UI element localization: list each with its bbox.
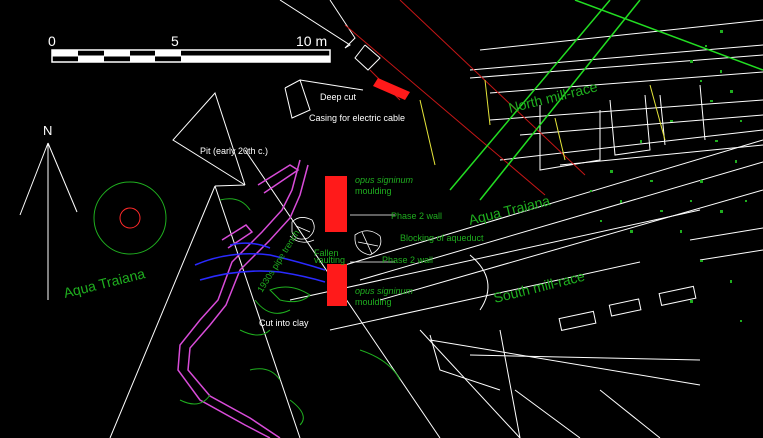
label-north-mill-race: North mill-race xyxy=(507,78,599,116)
scale-bar: 0 5 10 m xyxy=(48,33,331,63)
mill-race-lines xyxy=(449,0,763,201)
label-cut-into-clay: Cut into clay xyxy=(259,318,309,328)
label-phase2-top: Phase 2 wall xyxy=(391,211,442,221)
label-vaulting: vaulting xyxy=(314,255,345,265)
label-blocking: Blocking of aqueduct xyxy=(400,233,484,243)
plan-drawing: 0 5 10 m N Deep cut Casing for electric … xyxy=(19,0,763,438)
label-deep-cut: Deep cut xyxy=(320,92,357,102)
label-moulding-top: moulding xyxy=(355,186,392,196)
label-opus-top: opus signinum xyxy=(355,175,414,185)
north-arrow-icon: N xyxy=(19,123,78,300)
label-casing: Casing for electric cable xyxy=(309,113,405,123)
label-south-mill-race: South mill-race xyxy=(492,268,587,306)
pipe-trench xyxy=(177,159,309,438)
label-aqua-traiana-left: Aqua Traiana xyxy=(62,265,147,301)
scale-tick-10: 10 m xyxy=(296,33,327,49)
site-plan: 0 5 10 m N Deep cut Casing for electric … xyxy=(0,0,763,438)
scale-tick-0: 0 xyxy=(48,33,56,49)
drainage-lines xyxy=(194,242,326,283)
scale-tick-5: 5 xyxy=(171,33,179,49)
north-label: N xyxy=(43,123,52,138)
label-aqua-traiana-right: Aqua Traiana xyxy=(467,192,552,228)
label-opus-bottom: opus signinum xyxy=(355,286,414,296)
label-pit: Pit (early 20th c.) xyxy=(200,146,268,156)
well-symbol xyxy=(93,181,167,255)
label-phase2-bottom: Phase 2 wall xyxy=(382,255,433,265)
stipple-area xyxy=(590,30,747,322)
label-moulding-bottom: moulding xyxy=(355,297,392,307)
